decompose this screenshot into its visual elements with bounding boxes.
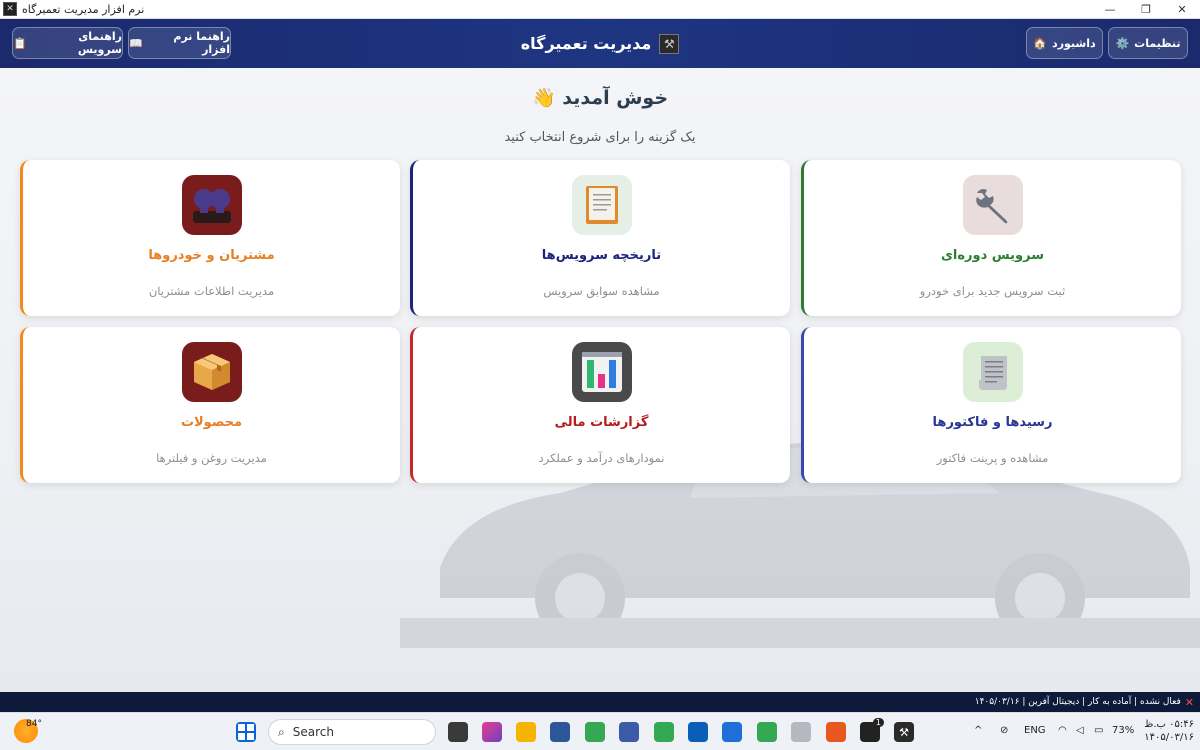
card-customers-vehicles[interactable]: مشتریان و خودروها مدیریت اطلاعات مشتریان <box>20 160 400 316</box>
dashboard-label: داشبورد <box>1052 36 1096 50</box>
chevron-up-icon[interactable]: ^ <box>974 725 982 736</box>
maximize-button[interactable]: ❐ <box>1128 0 1164 19</box>
card-description: نمودارهای درآمد و عملکرد <box>538 451 665 465</box>
task-view-icon[interactable] <box>448 722 468 742</box>
service-guide-button[interactable]: راهنمای سرویس 📋 <box>12 27 123 59</box>
header-title-text: مدیریت تعمیرگاه <box>520 34 652 53</box>
card-title: گزارشات مالی <box>554 415 649 430</box>
card-service-history[interactable]: تاریخچه سرویس‌ها مشاهده سوابق سرویس <box>410 160 790 316</box>
battery-percentage: 73% <box>1112 725 1135 736</box>
card-periodic-service[interactable]: سرویس دوره‌ای ثبت سرویس جدید برای خودرو <box>801 160 1181 316</box>
card-financial-reports[interactable]: گزارشات مالی نمودارهای درآمد و عملکرد <box>410 327 790 483</box>
network-app-icon[interactable] <box>791 722 811 742</box>
gear-icon: ⚙️ <box>1115 36 1130 50</box>
copilot-icon[interactable] <box>482 722 502 742</box>
welcome-subtitle: یک گزینه را برای شروع انتخاب کنید <box>504 130 696 145</box>
card-description: مدیریت اطلاعات مشتریان <box>148 284 275 298</box>
settings-label: تنظیمات <box>1134 36 1181 50</box>
search-icon: ⌕ <box>278 724 285 739</box>
chrome-icon[interactable] <box>585 722 605 742</box>
window-controls: — ❐ ✕ <box>1092 0 1200 19</box>
card-title: مشتریان و خودروها <box>148 248 275 263</box>
welcome-text: خوش آمدید <box>562 87 669 109</box>
users-icon <box>182 175 242 235</box>
close-button[interactable]: ✕ <box>1164 0 1200 19</box>
vscode-icon[interactable] <box>722 722 742 742</box>
card-description: ثبت سرویس جدید برای خودرو <box>919 284 1066 298</box>
window-titlebar: ✕ نرم افزار مدیریت تعمیرگاه — ❐ ✕ <box>0 0 1200 19</box>
search-placeholder: Search <box>292 725 334 739</box>
app-icon-badged[interactable]: 1 <box>860 718 884 742</box>
wifi-icon[interactable]: ◠ <box>1058 725 1067 736</box>
windows-start-icon[interactable] <box>236 722 256 742</box>
book-icon: 📖 <box>129 36 143 50</box>
settings-button[interactable]: تنظیمات ⚙️ <box>1108 27 1188 59</box>
keyboard-app-icon[interactable] <box>550 722 570 742</box>
card-title: محصولات <box>180 415 243 430</box>
clock-time: ۰۵:۴۶ ب.ظ <box>1144 719 1194 730</box>
file-explorer-icon[interactable] <box>516 722 536 742</box>
bar-chart-icon <box>572 342 632 402</box>
app-icon: ✕ <box>3 2 17 16</box>
language-indicator[interactable]: ENG <box>1024 725 1046 736</box>
receipt-icon <box>963 342 1023 402</box>
notebook-icon <box>572 175 632 235</box>
status-text: فعال نشده | آماده به کار | دیجیتال آفرین… <box>974 697 1181 707</box>
software-guide-button[interactable]: راهنما نرم افزار 📖 <box>128 27 231 59</box>
clock-date: ۱۴۰۵/۰۳/۱۶ <box>1144 732 1194 743</box>
card-description: مشاهده و پرینت فاکتور <box>936 451 1049 465</box>
house-icon: 🏠 <box>1033 36 1048 50</box>
welcome-heading: خوش آمدید 👋 <box>0 86 1200 109</box>
service-guide-label: راهنمای سرویس <box>77 30 122 56</box>
card-title: سرویس دوره‌ای <box>940 248 1045 263</box>
waving-hand-icon: 👋 <box>531 87 556 109</box>
chrome-profile-icon[interactable] <box>654 722 674 742</box>
status-bar: ✕ فعال نشده | آماده به کار | دیجیتال آفر… <box>0 692 1200 712</box>
taskbar-search[interactable]: ⌕ Search <box>268 719 436 745</box>
wrench-hammer-icon: ⚒ <box>659 33 680 54</box>
wrench-icon <box>963 175 1023 235</box>
box-icon <box>182 342 242 402</box>
notification-badge: 1 <box>872 718 884 727</box>
windows-taskbar: 84° ⌕ Search 1 ⚒ ^ ⊘ ENG ◠ ◁ ▭ 73% ۰۵:۴۶… <box>0 712 1200 750</box>
card-title: تاریخچه سرویس‌ها <box>541 248 662 263</box>
window-title: نرم افزار مدیریت تعمیرگاه <box>22 2 145 16</box>
battery-icon[interactable]: ▭ <box>1094 725 1103 736</box>
speaker-icon[interactable]: ◁ <box>1076 725 1084 736</box>
store-icon[interactable] <box>619 722 639 742</box>
card-products[interactable]: محصولات مدیریت روغن و فیلترها <box>20 327 400 483</box>
card-title: رسیدها و فاکتورها <box>932 415 1053 430</box>
location-off-icon[interactable]: ⊘ <box>1000 725 1008 736</box>
card-description: مدیریت روغن و فیلترها <box>156 451 267 465</box>
main-area: خوش آمدید 👋 یک گزینه را برای شروع انتخاب… <box>0 68 1200 692</box>
card-description: مشاهده سوابق سرویس <box>543 284 660 298</box>
dashboard-button[interactable]: داشبورد 🏠 <box>1026 27 1103 59</box>
powershell-icon[interactable] <box>688 722 708 742</box>
minimize-button[interactable]: — <box>1092 0 1128 19</box>
claude-icon[interactable] <box>826 722 846 742</box>
repair-shop-app-icon[interactable]: ⚒ <box>894 722 914 742</box>
chrome-dev-icon[interactable] <box>757 722 777 742</box>
card-receipts-invoices[interactable]: رسیدها و فاکتورها مشاهده و پرینت فاکتور <box>801 327 1181 483</box>
close-icon: ✕ <box>1184 695 1194 709</box>
system-clock[interactable]: ۰۵:۴۶ ب.ظ ۱۴۰۵/۰۳/۱۶ <box>1144 718 1194 744</box>
software-guide-label: راهنما نرم افزار <box>173 30 230 56</box>
app-header: ⚒ مدیریت تعمیرگاه تنظیمات ⚙️ داشبورد 🏠 ر… <box>0 19 1200 68</box>
clipboard-icon: 📋 <box>13 36 27 50</box>
weather-temperature: 84° <box>26 719 42 729</box>
